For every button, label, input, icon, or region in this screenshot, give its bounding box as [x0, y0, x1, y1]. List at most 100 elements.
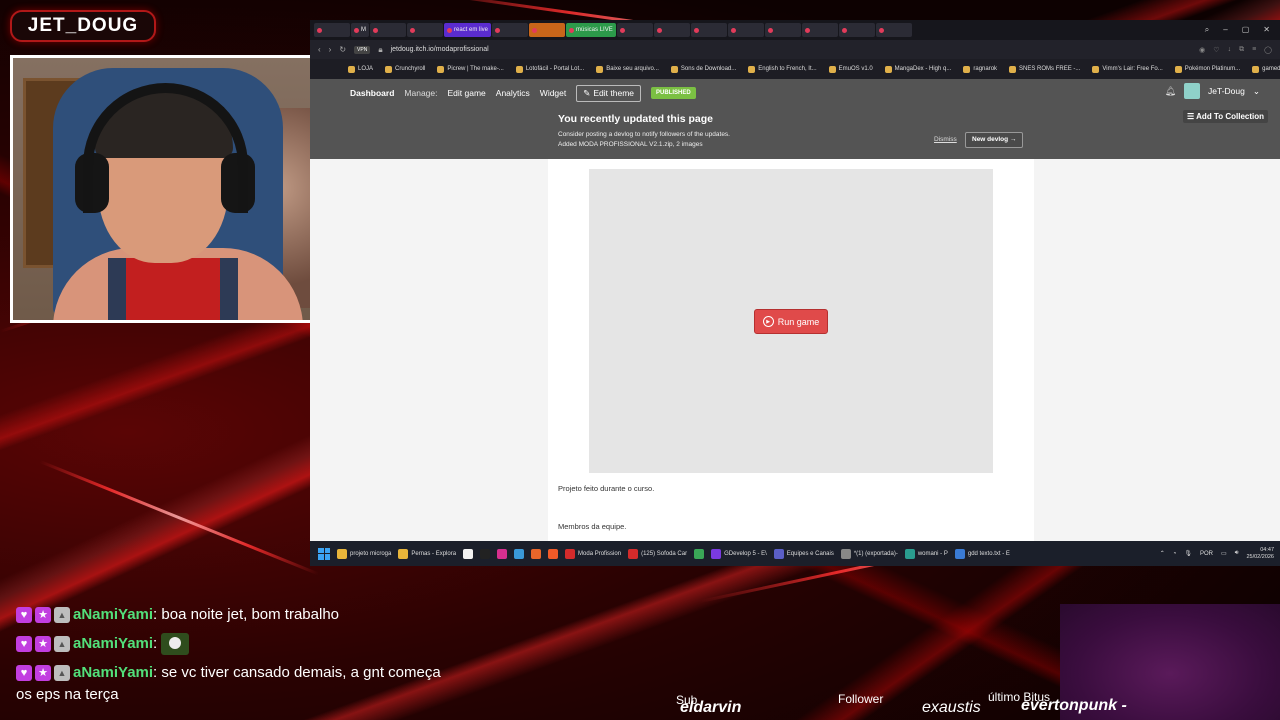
- app-icon: [904, 548, 915, 559]
- tab-label: músicas LIVE: [576, 27, 613, 33]
- chat-text: boa noite jet, bom trabalho: [161, 606, 340, 623]
- analytics-link[interactable]: Analytics: [496, 88, 530, 98]
- run-game-button[interactable]: ▶ Run game: [754, 309, 828, 334]
- chat-username[interactable]: aNamiYami: [73, 635, 153, 652]
- forward-icon[interactable]: ›: [329, 45, 332, 54]
- taskbar-item[interactable]: womani - P: [904, 548, 948, 559]
- app-icon: [840, 548, 851, 559]
- browser-tab[interactable]: M: [351, 23, 369, 37]
- browser-tab[interactable]: [407, 23, 443, 37]
- close-icon[interactable]: ✕: [1263, 25, 1270, 35]
- network-icon[interactable]: ▭: [1221, 550, 1227, 557]
- taskbar-item-label: *(1) (exportada)-: [853, 550, 898, 557]
- browser-tab[interactable]: [492, 23, 529, 37]
- tab-bar: Mreact em live músicas LIVE ⌕ – ▢ ✕: [310, 20, 1280, 40]
- bookmark-item[interactable]: Vimm's Lair: Free Fo...: [1092, 65, 1163, 73]
- browser-tab[interactable]: [690, 23, 727, 37]
- microphone-icon[interactable]: 🎙︎: [1184, 550, 1192, 557]
- browser-tab[interactable]: [875, 23, 912, 37]
- lock-icon[interactable]: 🔒︎: [378, 45, 382, 55]
- clock[interactable]: 04:47 25/02/2026: [1246, 547, 1274, 561]
- dashboard-link[interactable]: Dashboard: [350, 88, 394, 98]
- maximize-icon[interactable]: ▢: [1242, 25, 1250, 35]
- browser-tab[interactable]: [370, 23, 406, 37]
- language-indicator[interactable]: POR: [1200, 551, 1213, 557]
- taskbar-item[interactable]: Moda Profission: [565, 548, 621, 559]
- menu-icon[interactable]: ≡: [1252, 46, 1256, 54]
- bookmark-item[interactable]: MangaDex - High q...: [884, 65, 951, 73]
- taskbar-item[interactable]: Equipes e Canais: [773, 548, 834, 559]
- browser-tab[interactable]: [529, 23, 566, 37]
- download-icon[interactable]: ↓: [1228, 46, 1232, 54]
- search-icon[interactable]: ⌕: [1205, 25, 1209, 35]
- user-menu[interactable]: 🔔︎ JeT-Doug ⌄: [1165, 83, 1260, 99]
- volume-icon[interactable]: 🔊︎: [1235, 550, 1239, 557]
- widget-link[interactable]: Widget: [540, 88, 566, 98]
- taskbar-item[interactable]: [497, 548, 508, 559]
- tab-favicon-icon: [767, 27, 773, 33]
- bookmark-item[interactable]: Pokémon Platinum...: [1174, 65, 1240, 73]
- bookmark-item[interactable]: English to French, It...: [748, 65, 817, 73]
- bookmark-item[interactable]: SNES ROMs FREE -...: [1009, 65, 1080, 73]
- taskbar-item[interactable]: [514, 548, 525, 559]
- bookmark-item[interactable]: Lotofácil - Portal Lot...: [515, 65, 584, 73]
- taskbar-item[interactable]: [480, 548, 491, 559]
- profile-icon[interactable]: ◯: [1264, 46, 1272, 54]
- browser-tab[interactable]: [616, 23, 653, 37]
- browser-tab[interactable]: [314, 23, 350, 37]
- edit-theme-button[interactable]: ✎ Edit theme: [576, 84, 642, 102]
- published-badge[interactable]: PUBLISHED: [651, 87, 696, 99]
- taskbar-item[interactable]: gdd texto.txt - E: [954, 548, 1010, 559]
- url-field[interactable]: jetdoug.itch.io/modaprofissional: [391, 46, 1192, 53]
- game-embed-frame[interactable]: ▶ Run game: [589, 169, 993, 473]
- app-icon: [711, 548, 722, 559]
- bookmark-item[interactable]: Crunchyroll: [385, 65, 425, 73]
- browser-tab[interactable]: [838, 23, 875, 37]
- follower-name: exaustis: [922, 699, 981, 716]
- browser-tab[interactable]: [727, 23, 764, 37]
- bookmark-item[interactable]: LOJA: [348, 65, 373, 73]
- bookmark-item[interactable]: EmuOS v1.0: [828, 65, 873, 73]
- taskbar-item[interactable]: *(1) (exportada)-: [840, 548, 898, 559]
- vpn-badge[interactable]: VPN: [354, 45, 371, 54]
- back-icon[interactable]: ‹: [318, 45, 321, 54]
- browser-tab[interactable]: [653, 23, 690, 37]
- browser-tab[interactable]: [764, 23, 801, 37]
- dismiss-link[interactable]: Dismiss: [934, 136, 957, 143]
- tab-favicon-icon: [373, 27, 378, 33]
- add-to-collection-button[interactable]: ☰ Add To Collection: [1183, 110, 1268, 123]
- minimize-icon[interactable]: –: [1223, 25, 1227, 35]
- browser-tab[interactable]: react em live: [444, 23, 492, 37]
- taskbar-item[interactable]: [531, 548, 542, 559]
- taskbar-item[interactable]: [548, 548, 559, 559]
- bookmark-item[interactable]: Sons de Download...: [670, 65, 736, 73]
- windows-start-icon[interactable]: [318, 547, 330, 560]
- browser-tab[interactable]: [801, 23, 838, 37]
- chat-username[interactable]: aNamiYami: [73, 606, 153, 623]
- chevron-up-icon[interactable]: ⌃: [1160, 550, 1165, 557]
- wifi-icon[interactable]: ◔: [1173, 551, 1177, 557]
- chat-username[interactable]: aNamiYami: [73, 664, 153, 681]
- bookmark-item[interactable]: Picrew | The make-...: [437, 65, 504, 73]
- taskbar-item[interactable]: GDevelop 5 - E\: [711, 548, 767, 559]
- taskbar-item[interactable]: projeto microga: [337, 548, 391, 559]
- browser-tab[interactable]: músicas LIVE: [566, 23, 616, 37]
- username[interactable]: JeT-Doug: [1208, 86, 1245, 96]
- avatar[interactable]: [1184, 83, 1201, 99]
- bookmark-icon[interactable]: ♡: [1213, 46, 1219, 54]
- camera-icon[interactable]: ◉: [1199, 46, 1205, 54]
- taskbar-item[interactable]: (125) Sofoda Car: [628, 548, 687, 559]
- extensions-icon[interactable]: ⧉: [1239, 46, 1244, 54]
- bookmark-item[interactable]: Baixe seu arquivo...: [596, 65, 659, 73]
- bookmark-item[interactable]: ragnarok: [963, 65, 997, 73]
- taskbar-item[interactable]: Pernas - Explora: [398, 548, 456, 559]
- taskbar-item[interactable]: [694, 548, 705, 559]
- bookmark-favicon-icon: [515, 65, 523, 73]
- taskbar-item[interactable]: [463, 548, 474, 559]
- bookmark-item[interactable]: gamedevs: [1252, 65, 1280, 73]
- new-devlog-button[interactable]: New devlog →: [965, 132, 1024, 148]
- bell-icon[interactable]: 🔔︎: [1165, 86, 1176, 97]
- chevron-down-icon[interactable]: ⌄: [1253, 86, 1260, 97]
- edit-game-link[interactable]: Edit game: [448, 88, 486, 98]
- reload-icon[interactable]: ↻: [339, 45, 346, 54]
